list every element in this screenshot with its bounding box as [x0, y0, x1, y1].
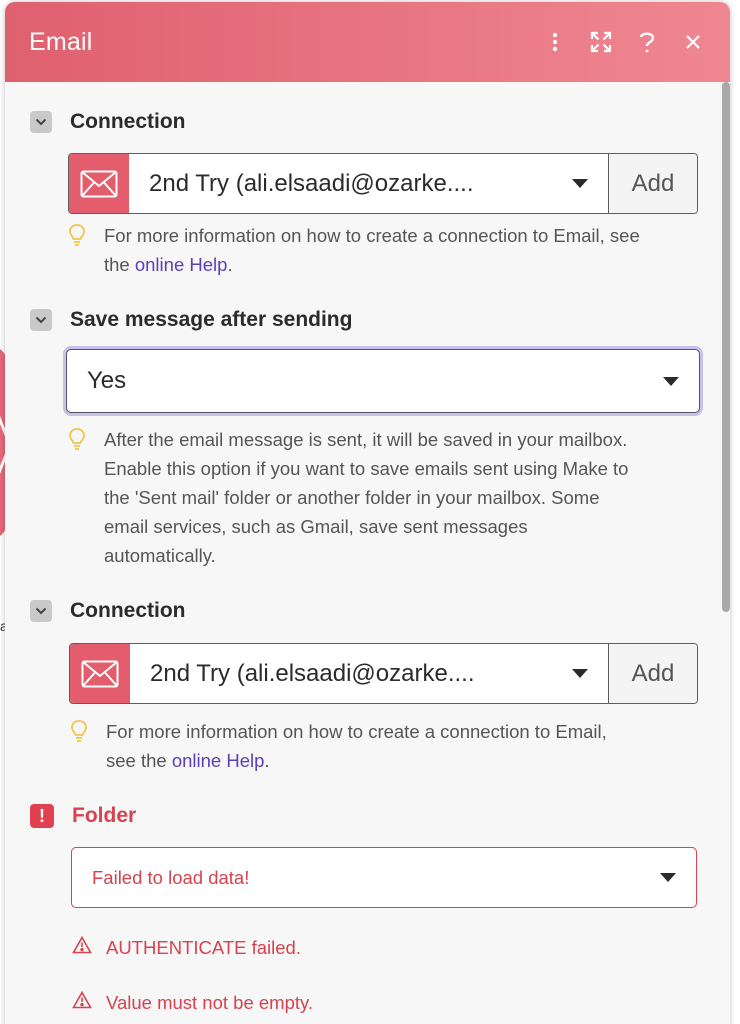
connection-hint: For more information on how to create a … [70, 717, 710, 775]
add-connection-button[interactable]: Add [609, 644, 697, 703]
panel-title: Email [29, 27, 93, 56]
email-envelope-icon [69, 154, 129, 213]
warning-triangle-icon [72, 935, 106, 959]
add-connection-button[interactable]: Add [609, 154, 697, 213]
error-text: AUTHENTICATE failed. [106, 936, 301, 958]
connection-value: 2nd Try (ali.elsaadi@ozarke.... [149, 169, 474, 197]
folder-section-header: ! Folder [30, 804, 136, 828]
save-hint-line: Enable this option if you want to save e… [104, 458, 629, 479]
more-vertical-icon[interactable] [542, 29, 568, 55]
email-envelope-icon [70, 644, 130, 703]
error-message: Value must not be empty. [72, 990, 314, 1014]
email-module-panel: Email Connection 2nd Try (ali.elsaadi@oz… [5, 2, 730, 1024]
hint-text-end: . [264, 750, 270, 771]
connection-section-header: Connection [30, 599, 186, 623]
folder-value: Failed to load data! [92, 866, 250, 888]
hint-text-end: . [227, 254, 233, 275]
connection-label: Connection [70, 599, 186, 622]
collapse-toggle[interactable] [30, 309, 52, 331]
folder-label: Folder [72, 804, 137, 827]
panel-header: Email [5, 2, 730, 82]
save-message-label: Save message after sending [70, 308, 353, 331]
save-hint-line: automatically. [104, 545, 216, 566]
error-exclamation-icon: ! [30, 804, 54, 828]
folder-select[interactable]: Failed to load data! [71, 847, 697, 908]
connection-value: 2nd Try (ali.elsaadi@ozarke.... [150, 659, 475, 687]
save-message-value: Yes [87, 367, 127, 394]
connection-dropdown[interactable]: 2nd Try (ali.elsaadi@ozarke.... [129, 154, 609, 213]
lightbulb-icon [68, 425, 104, 570]
error-text: Value must not be empty. [106, 991, 314, 1013]
caret-down-icon [660, 873, 676, 882]
connection-select[interactable]: 2nd Try (ali.elsaadi@ozarke.... Add [68, 153, 698, 214]
save-message-hint: After the email message is sent, it will… [68, 425, 708, 570]
help-icon[interactable] [634, 29, 660, 55]
close-icon[interactable] [680, 29, 706, 55]
connection-hint-text: For more information on how to create a … [104, 225, 640, 246]
caret-down-icon [572, 669, 588, 678]
connection-select[interactable]: 2nd Try (ali.elsaadi@ozarke.... Add [69, 643, 698, 704]
lightbulb-icon [68, 221, 104, 279]
save-message-section-header: Save message after sending [30, 308, 352, 332]
error-message: AUTHENTICATE failed. [72, 935, 301, 959]
hint-text: the [104, 254, 135, 275]
connection-hint: For more information on how to create a … [68, 221, 708, 279]
connection-hint-text: For more information on how to create a … [106, 721, 607, 742]
save-hint-line: the 'Sent mail' folder or another folder… [104, 487, 600, 508]
warning-triangle-icon [72, 990, 106, 1014]
caret-down-icon [663, 376, 679, 386]
connection-dropdown[interactable]: 2nd Try (ali.elsaadi@ozarke.... [130, 644, 609, 703]
save-message-select[interactable]: Yes [66, 349, 700, 413]
connection-label: Connection [70, 110, 186, 133]
collapse-toggle[interactable] [30, 111, 52, 133]
online-help-link[interactable]: online Help [172, 750, 265, 771]
lightbulb-icon [70, 717, 106, 775]
caret-down-icon [572, 179, 588, 188]
save-hint-line: email services, such as Gmail, save sent… [104, 516, 528, 537]
hint-text: see the [106, 750, 172, 771]
save-hint-line: After the email message is sent, it will… [104, 429, 628, 450]
online-help-link[interactable]: online Help [135, 254, 228, 275]
connection-section-header: Connection [30, 110, 186, 134]
panel-scrollbar[interactable] [722, 82, 730, 612]
expand-icon[interactable] [588, 29, 614, 55]
collapse-toggle[interactable] [30, 600, 52, 622]
